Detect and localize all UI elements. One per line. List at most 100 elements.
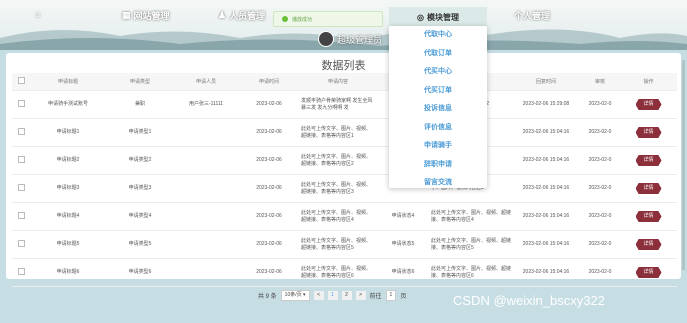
nav-personal-mgmt[interactable]: 个人管理 bbox=[514, 9, 550, 22]
detail-button[interactable]: 详情 bbox=[635, 239, 662, 250]
table-cell: 2023-02-0 bbox=[580, 146, 620, 175]
menu-item-pickup-center[interactable]: 代取中心 bbox=[389, 26, 487, 45]
table-cell: 申请类型4 bbox=[106, 202, 174, 231]
menu-item-resignation[interactable]: 辞职申请 bbox=[389, 156, 487, 175]
table-cell: 此处可上传文字、图片、视频、超链接、表格等内容区6 bbox=[300, 258, 376, 287]
table-cell: 申请标题6 bbox=[30, 258, 106, 287]
nav-personnel-mgmt[interactable]: ♟ 人员管理 bbox=[218, 9, 265, 22]
detail-button[interactable]: 详情 bbox=[635, 183, 662, 194]
total-count: 共 9 条 bbox=[258, 294, 277, 300]
table-cell: 2023-02-0 bbox=[580, 118, 620, 147]
table-cell: 2023-02-06 15:29:08 bbox=[512, 90, 580, 119]
page-number[interactable]: 2 bbox=[341, 291, 352, 300]
table-cell: 申请标题1 bbox=[30, 118, 106, 147]
table-cell: 申请骑手测试账号 bbox=[30, 90, 106, 119]
column-header[interactable]: 回复时间 bbox=[512, 73, 580, 91]
goto-page-input[interactable]: 1 bbox=[385, 290, 397, 301]
table-cell: 2023-02-06 15:04:16 bbox=[512, 118, 580, 147]
select-all-checkbox[interactable] bbox=[17, 77, 25, 84]
user-name: 超级管理员 bbox=[337, 34, 383, 45]
detail-button[interactable]: 详情 bbox=[635, 267, 662, 278]
table-cell: 2023-02-0 bbox=[580, 258, 620, 287]
column-header[interactable]: 申请人员 bbox=[174, 73, 238, 91]
action-cell: 详情 bbox=[620, 258, 677, 287]
detail-button[interactable]: 详情 bbox=[635, 99, 662, 110]
table-row[interactable]: 申请标题3 申请类型3 2023-02-06 此处可上传文字、图片、视频、超链接、表格… bbox=[12, 174, 677, 203]
data-table: 申请标题 申请类型 申请人员 申请时间 申请内容 申请状态 审核 回复时间 审核… bbox=[12, 73, 677, 287]
next-page-button[interactable]: > bbox=[355, 291, 366, 300]
detail-button[interactable]: 详情 bbox=[635, 155, 662, 166]
table-cell: 2023-02-0 bbox=[580, 90, 620, 119]
menu-item-purchase-orders[interactable]: 代买订单 bbox=[389, 82, 487, 101]
page-size-select[interactable]: 10条/页 ▾ bbox=[280, 290, 310, 301]
prev-page-button[interactable]: < bbox=[313, 291, 324, 300]
table-cell: 申请状态5 bbox=[376, 230, 430, 259]
row-checkbox[interactable] bbox=[17, 99, 25, 107]
table-row[interactable]: 申请标题1 申请类型1 2023-02-06 此处可上传文字、图片、视频、超链接、表格… bbox=[12, 118, 677, 147]
success-icon bbox=[282, 16, 288, 22]
table-cell: 2023-02-0 bbox=[580, 230, 620, 259]
nav-module-mgmt[interactable]: ◎ 模块管理 bbox=[389, 7, 487, 27]
table-row[interactable]: 申请标题4 申请类型4 2023-02-06 此处可上传文字、图片、视频、超链接、表格… bbox=[12, 202, 677, 231]
table-cell: 此处可上传文字、图片、视频、超链接、表格等内容区5 bbox=[300, 230, 376, 259]
nav-website-mgmt[interactable]: ▦ 网站管理 bbox=[122, 9, 170, 22]
table-row[interactable]: 申请标题5 申请类型5 2023-02-06 此处可上传文字、图片、视频、超链接、表格… bbox=[12, 230, 677, 259]
detail-button[interactable]: 详情 bbox=[635, 127, 662, 138]
table-cell: 2023-02-06 15:04:16 bbox=[512, 258, 580, 287]
menu-item-messages[interactable]: 留言交流 bbox=[389, 174, 487, 193]
table-cell: 兼职 bbox=[106, 90, 174, 119]
menu-item-rider-applications[interactable]: 申请骑手 bbox=[389, 137, 487, 156]
menu-item-pickup-orders[interactable]: 代取订单 bbox=[389, 45, 487, 64]
nav-website-mgmt-label: 网站管理 bbox=[133, 11, 170, 21]
row-checkbox[interactable] bbox=[17, 127, 25, 135]
table-cell: 2023-02-06 15:04:16 bbox=[512, 146, 580, 175]
table-cell: 申请标题5 bbox=[30, 230, 106, 259]
column-header[interactable]: 审核 bbox=[580, 73, 620, 91]
table-cell: 申请类型1 bbox=[106, 118, 174, 147]
action-cell: 详情 bbox=[620, 174, 677, 203]
row-checkbox[interactable] bbox=[17, 211, 25, 219]
table-row[interactable]: 申请标题6 申请类型6 2023-02-06 此处可上传文字、图片、视频、超链接、表格… bbox=[12, 258, 677, 287]
table-cell: 2023-02-06 15:04:16 bbox=[512, 230, 580, 259]
table-cell: 2023-02-06 bbox=[238, 118, 300, 147]
table-cell: 2023-02-0 bbox=[580, 202, 620, 231]
watermark: CSDN @weixin_bscxy322 bbox=[453, 293, 605, 308]
table-row[interactable]: 申请标题2 申请类型2 2023-02-06 此处可上传文字、图片、视频、超链接、表格… bbox=[12, 146, 677, 175]
column-header[interactable]: 申请标题 bbox=[30, 73, 106, 91]
table-cell: 申请标题4 bbox=[30, 202, 106, 231]
row-checkbox[interactable] bbox=[17, 239, 25, 247]
row-checkbox[interactable] bbox=[17, 183, 25, 191]
table-cell bbox=[174, 202, 238, 231]
column-header[interactable]: 申请内容 bbox=[300, 73, 376, 91]
table-cell bbox=[174, 146, 238, 175]
table-cell bbox=[174, 258, 238, 287]
table-cell: 申请类型6 bbox=[106, 258, 174, 287]
menu-item-complaints[interactable]: 投诉信息 bbox=[389, 100, 487, 119]
table-cell: 此处可上传文字、图片、视频、超链接、表格等内容区2 bbox=[300, 146, 376, 175]
row-checkbox[interactable] bbox=[17, 267, 25, 275]
table-cell: 此处可上传文字、图片、视频、超链接、表格等内容区3 bbox=[300, 174, 376, 203]
page-number[interactable]: 1 bbox=[327, 291, 338, 300]
vertical-scrollbar[interactable] bbox=[682, 60, 685, 270]
row-checkbox[interactable] bbox=[17, 155, 25, 163]
table-cell bbox=[174, 174, 238, 203]
user-info[interactable]: 超级管理员 bbox=[318, 31, 382, 47]
table-cell: 2023-02-06 bbox=[238, 202, 300, 231]
module-icon: ◎ bbox=[417, 12, 424, 22]
menu-item-reviews[interactable]: 评价信息 bbox=[389, 119, 487, 138]
detail-button[interactable]: 详情 bbox=[635, 211, 662, 222]
action-cell: 详情 bbox=[620, 90, 677, 119]
menu-item-purchase-center[interactable]: 代买中心 bbox=[389, 63, 487, 82]
table-cell: 此处可上传文字、图片、视频、超链接、表格等内容区4 bbox=[300, 202, 376, 231]
column-header[interactable]: 申请类型 bbox=[106, 73, 174, 91]
grid-icon: ▦ bbox=[122, 10, 131, 20]
nav-home[interactable]: ⌂ bbox=[35, 9, 40, 19]
page-size-value: 10条/页 bbox=[284, 292, 302, 298]
column-header[interactable]: 申请时间 bbox=[238, 73, 300, 91]
table-row[interactable]: 申请骑手测试账号 兼职 用户张三-11111 2023-02-06 发顺丰骑户骨荣骑家啊… bbox=[12, 90, 677, 119]
table-cell bbox=[174, 118, 238, 147]
table-cell: 用户张三-11111 bbox=[174, 90, 238, 119]
table-cell: 2023-02-0 bbox=[580, 174, 620, 203]
table-cell: 申请状态6 bbox=[376, 258, 430, 287]
table-cell: 申请类型5 bbox=[106, 230, 174, 259]
